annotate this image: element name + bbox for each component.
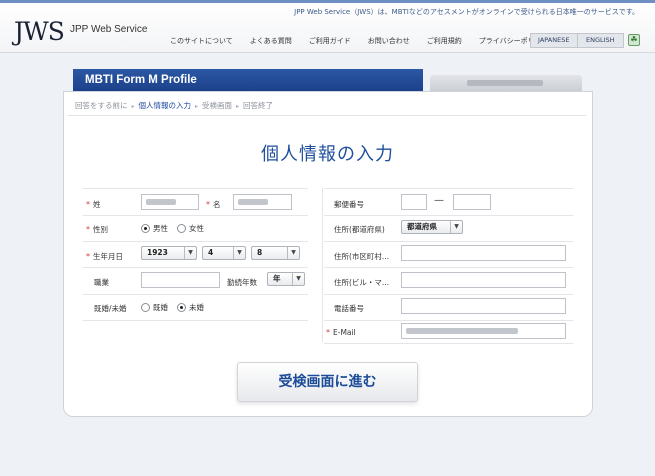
required-mark: *: [86, 200, 90, 209]
occupation-label: 職業: [94, 278, 109, 287]
breadcrumb-sep-icon: ▸: [131, 103, 135, 110]
first-name-label: * 名: [206, 200, 221, 209]
city-label: 住所(市区町村...: [334, 252, 390, 261]
divider: [83, 188, 308, 189]
required-mark: *: [326, 328, 330, 337]
occupation-input[interactable]: [141, 272, 220, 288]
chevron-down-icon: ▼: [184, 247, 196, 259]
last-name-label: * 姓: [86, 200, 101, 209]
breadcrumb-sep-icon: ▸: [236, 103, 240, 110]
divider: [324, 294, 573, 295]
site-header: JPP Web Service（JWS）は、MBTIなどのアセスメントがオンライ…: [0, 3, 655, 53]
breadcrumb-step-2: 個人情報の入力: [138, 101, 192, 110]
breadcrumb-step-3: 受検画面: [202, 101, 233, 110]
radio-unchecked-icon: [177, 224, 186, 233]
marital-status-label: 既婚/未婚: [94, 304, 127, 313]
radio-checked-icon: [177, 303, 186, 312]
prefecture-select[interactable]: 都道府県 ▼: [401, 220, 463, 234]
divider: [83, 267, 308, 268]
building-label: 住所(ビル・マ...: [334, 278, 390, 287]
gender-male-radio[interactable]: 男性: [141, 223, 168, 234]
main-nav: このサイトについて よくある質問 ご利用ガイド お問い合わせ ご利用規約 プライ…: [170, 36, 566, 46]
birth-year-select[interactable]: 1923 ▼: [141, 246, 197, 260]
divider: [83, 241, 308, 242]
page-title: 個人情報の入力: [261, 144, 394, 165]
nav-terms[interactable]: ご利用規約: [427, 36, 462, 46]
proceed-to-exam-button[interactable]: 受検画面に進む: [237, 362, 418, 402]
divider: [324, 188, 573, 189]
language-switch: JAPANESE ENGLISH: [530, 33, 624, 48]
divider: [68, 115, 586, 116]
divider: [324, 241, 573, 242]
lang-japanese-button[interactable]: JAPANESE: [531, 34, 577, 47]
zip-label: 郵便番号: [334, 200, 364, 209]
zip-first-input[interactable]: [401, 194, 427, 210]
chevron-down-icon: ▼: [287, 247, 299, 259]
years-employed-label: 勤続年数: [227, 278, 257, 287]
building-input[interactable]: [401, 272, 566, 288]
breadcrumb-sep-icon: ▸: [195, 103, 199, 110]
city-input[interactable]: [401, 245, 566, 261]
tab-mbti-profile[interactable]: MBTI Form M Profile: [73, 69, 423, 91]
divider: [83, 294, 308, 295]
chevron-down-icon: ▼: [292, 273, 304, 285]
nav-guide[interactable]: ご利用ガイド: [309, 36, 351, 46]
prefecture-label: 住所(都道府県): [334, 225, 385, 234]
divider: [324, 320, 573, 321]
birth-day-select[interactable]: 8 ▼: [251, 246, 300, 260]
radio-checked-icon: [141, 224, 150, 233]
required-mark: *: [86, 252, 90, 261]
chevron-down-icon: ▼: [450, 221, 462, 233]
years-employed-select[interactable]: 年 ▼: [267, 272, 305, 286]
radio-unchecked-icon: [141, 303, 150, 312]
last-name-input[interactable]: [141, 194, 199, 210]
chevron-down-icon: ▼: [233, 247, 245, 259]
unmarried-radio[interactable]: 未婚: [177, 302, 204, 313]
email-input[interactable]: [401, 323, 566, 339]
tab-secondary[interactable]: [430, 75, 582, 91]
married-radio[interactable]: 既婚: [141, 302, 168, 313]
divider: [83, 320, 308, 321]
breadcrumb: 回答をする前に ▸ 個人情報の入力 ▸ 受検画面 ▸ 回答終了: [75, 100, 273, 111]
column-divider: [322, 188, 323, 342]
site-logo[interactable]: JWS: [14, 17, 65, 46]
required-mark: *: [86, 225, 90, 234]
site-tagline: JPP Web Service（JWS）は、MBTIなどのアセスメントがオンライ…: [294, 8, 639, 16]
zip-dash: —: [434, 195, 444, 206]
zip-second-input[interactable]: [453, 194, 491, 210]
nav-about[interactable]: このサイトについて: [170, 36, 233, 46]
divider: [324, 343, 573, 344]
nav-contact[interactable]: お問い合わせ: [368, 36, 410, 46]
lang-english-button[interactable]: ENGLISH: [576, 34, 624, 47]
gender-label: * 性別: [86, 225, 108, 234]
accessibility-icon[interactable]: ☘: [628, 34, 640, 46]
birthdate-label: * 生年月日: [86, 252, 123, 261]
divider: [83, 215, 308, 216]
required-mark: *: [206, 200, 210, 209]
site-logo-subtitle: JPP Web Service: [70, 24, 148, 35]
nav-faq[interactable]: よくある質問: [250, 36, 292, 46]
breadcrumb-step-1: 回答をする前に: [75, 101, 128, 110]
phone-input[interactable]: [401, 298, 566, 314]
divider: [324, 215, 573, 216]
first-name-input[interactable]: [233, 194, 292, 210]
breadcrumb-step-4: 回答終了: [243, 101, 274, 110]
gender-female-radio[interactable]: 女性: [177, 223, 204, 234]
divider: [324, 267, 573, 268]
email-label: * E-Mail: [326, 328, 356, 337]
phone-label: 電話番号: [334, 304, 364, 313]
birth-month-select[interactable]: 4 ▼: [202, 246, 246, 260]
